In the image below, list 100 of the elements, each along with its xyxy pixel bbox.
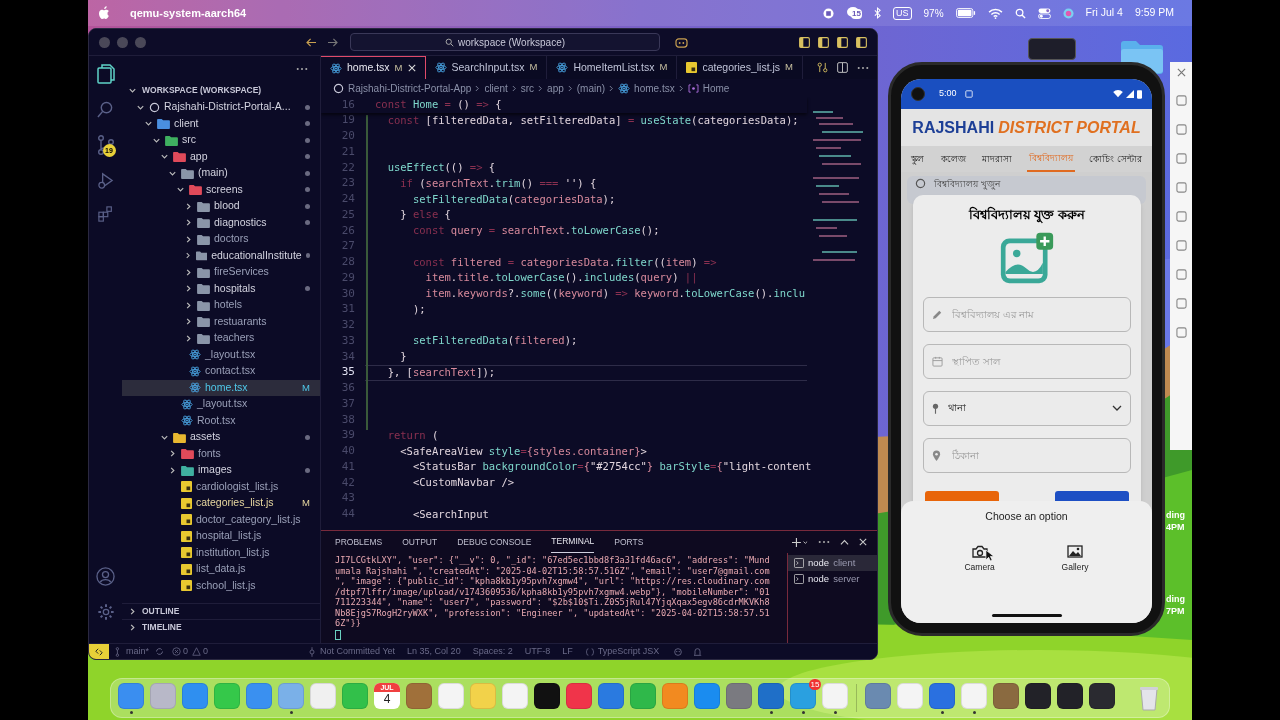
breadcrumb-item[interactable]: app	[547, 80, 564, 96]
chevron-down-icon[interactable]	[176, 185, 185, 195]
option-button[interactable]: Camera	[964, 544, 995, 574]
toolbar-icon[interactable]	[1175, 211, 1187, 222]
chevron-right-icon[interactable]	[184, 201, 193, 211]
breadcrumb-item[interactable]: (main)	[576, 80, 606, 96]
chevron-right-icon[interactable]	[184, 317, 193, 327]
apple-logo-icon[interactable]	[98, 6, 110, 20]
tree-item[interactable]: _layout.tsx	[122, 346, 320, 363]
more-actions-icon[interactable]	[296, 67, 308, 71]
cursor-position[interactable]: Ln 35, Col 20	[407, 644, 461, 659]
tree-item[interactable]: categories_list.js M	[122, 495, 320, 512]
tree-item[interactable]: diagnostics	[122, 214, 320, 231]
menu-bar-clock[interactable]: 9:59 PM	[1134, 5, 1174, 21]
run-debug-icon[interactable]	[97, 172, 114, 189]
account-icon[interactable]	[96, 567, 115, 586]
tree-item[interactable]: hospitals	[122, 280, 320, 297]
breadcrumb-item[interactable]: home.tsx	[634, 80, 675, 96]
tree-item[interactable]: Rajshahi-District-Portal-A...	[122, 99, 320, 116]
tree-item[interactable]: cardiologist_list.js	[122, 478, 320, 495]
menu-bar-date[interactable]: Fri Jul 4	[1085, 5, 1123, 21]
tree-item[interactable]: restuarants	[122, 313, 320, 330]
toolbar-icon[interactable]	[1175, 153, 1187, 164]
tree-item[interactable]: images	[122, 462, 320, 479]
tree-item[interactable]: home.tsx M	[122, 379, 320, 396]
tree-item[interactable]: teachers	[122, 330, 320, 347]
tree-item[interactable]: hospital_list.js	[122, 528, 320, 545]
app-icon[interactable]	[1057, 683, 1083, 709]
maximize-panel-icon[interactable]	[840, 537, 849, 547]
chevron-right-icon[interactable]	[184, 267, 193, 277]
tree-item[interactable]: _layout.tsx	[122, 396, 320, 413]
toolbar-icon[interactable]	[1175, 95, 1187, 106]
category-tab[interactable]: কোচিং সেন্টার	[1087, 146, 1144, 172]
line-ending-setting[interactable]: LF	[562, 644, 573, 659]
indentation-setting[interactable]: Spaces: 2	[472, 644, 513, 659]
chevron-right-icon[interactable]	[184, 218, 193, 228]
window-control[interactable]	[117, 36, 128, 48]
panel-tab[interactable]: DEBUG CONSOLE	[457, 531, 532, 553]
sidebar-toggle-icon[interactable]	[818, 36, 829, 48]
settings-icon[interactable]	[96, 603, 115, 621]
section-header[interactable]: TIMELINE	[142, 621, 182, 634]
breadcrumb-item[interactable]: Home	[702, 80, 730, 96]
split-layout-icon[interactable]	[856, 36, 867, 48]
toolbar-icon[interactable]	[1175, 327, 1187, 338]
split-editor-icon[interactable]	[837, 62, 848, 73]
search-icon[interactable]	[1014, 7, 1026, 19]
category-tab[interactable]: কলেজ	[938, 146, 968, 172]
panel-tab[interactable]: PORTS	[614, 531, 644, 553]
command-search-field[interactable]: workspace (Workspace)	[350, 33, 660, 51]
record-icon[interactable]	[823, 7, 834, 19]
breadcrumb-item[interactable]: src	[520, 80, 535, 96]
back-arrow-icon[interactable]	[306, 37, 317, 47]
tree-item[interactable]: doctors	[122, 231, 320, 248]
new-terminal-icon[interactable]	[792, 536, 808, 548]
wifi-icon[interactable]	[987, 7, 1003, 19]
toolbar-icon[interactable]	[1175, 298, 1187, 309]
tree-item[interactable]: doctor_category_list.js	[122, 511, 320, 528]
battery-icon[interactable]	[955, 8, 976, 18]
panel-tab[interactable]: PROBLEMS	[335, 531, 383, 553]
remote-button[interactable]	[89, 644, 109, 659]
tree-item[interactable]: contact.tsx	[122, 363, 320, 380]
tree-item[interactable]: client	[122, 115, 320, 132]
panel-toggle-icon[interactable]	[837, 36, 848, 48]
warning-count[interactable]: 0	[203, 644, 209, 659]
category-tab[interactable]: মাদরাসা	[980, 146, 1015, 172]
input-field[interactable]: ঠিকানা	[923, 437, 1131, 473]
section-header[interactable]: WORKSPACE (WORKSPACE)	[142, 83, 262, 97]
tree-item[interactable]: fonts	[122, 445, 320, 462]
input-field[interactable]: স্থাপিত সাল	[923, 343, 1131, 379]
chevron-right-icon[interactable]	[184, 333, 193, 343]
window-control[interactable]	[99, 36, 110, 48]
tree-item[interactable]: school_list.js	[122, 577, 320, 594]
chevron-down-icon[interactable]	[144, 119, 153, 129]
input-source-indicator[interactable]: US	[893, 6, 912, 20]
window-thumbnail[interactable]	[1028, 38, 1076, 60]
tree-item[interactable]: (main)	[122, 165, 320, 182]
tree-item[interactable]: screens	[122, 181, 320, 198]
more-actions-icon[interactable]	[857, 65, 869, 70]
window-control[interactable]	[135, 36, 146, 48]
breadcrumb-item[interactable]: Rajshahi-District-Portal-App	[348, 80, 472, 96]
category-tab[interactable]: স্কুল	[909, 146, 927, 172]
tree-item[interactable]: institution_list.js	[122, 544, 320, 561]
toolbar-icon[interactable]	[1175, 182, 1187, 193]
editor-tab[interactable]: home.tsx M	[321, 56, 426, 79]
chevron-right-icon[interactable]	[184, 284, 193, 294]
error-count[interactable]: 0	[183, 644, 189, 659]
control-center-icon[interactable]	[1037, 7, 1051, 19]
bluetooth-icon[interactable]	[874, 7, 881, 19]
explorer-icon[interactable]	[96, 64, 115, 84]
panel-tab[interactable]: TERMINAL	[551, 531, 595, 553]
chevron-right-icon[interactable]	[184, 234, 193, 244]
toolbar-icon[interactable]	[1175, 240, 1187, 251]
terminal-list-item[interactable]: node client	[788, 555, 877, 571]
layout-icon[interactable]	[799, 36, 810, 48]
close-icon[interactable]	[859, 538, 867, 546]
forward-arrow-icon[interactable]	[327, 37, 338, 47]
input-field[interactable]: বিশ্ববিদ্যালয় এর নাম	[923, 296, 1131, 332]
language-mode[interactable]: TypeScript JSX	[597, 644, 660, 659]
tree-item[interactable]: assets	[122, 429, 320, 446]
app-icon[interactable]	[1025, 683, 1051, 709]
